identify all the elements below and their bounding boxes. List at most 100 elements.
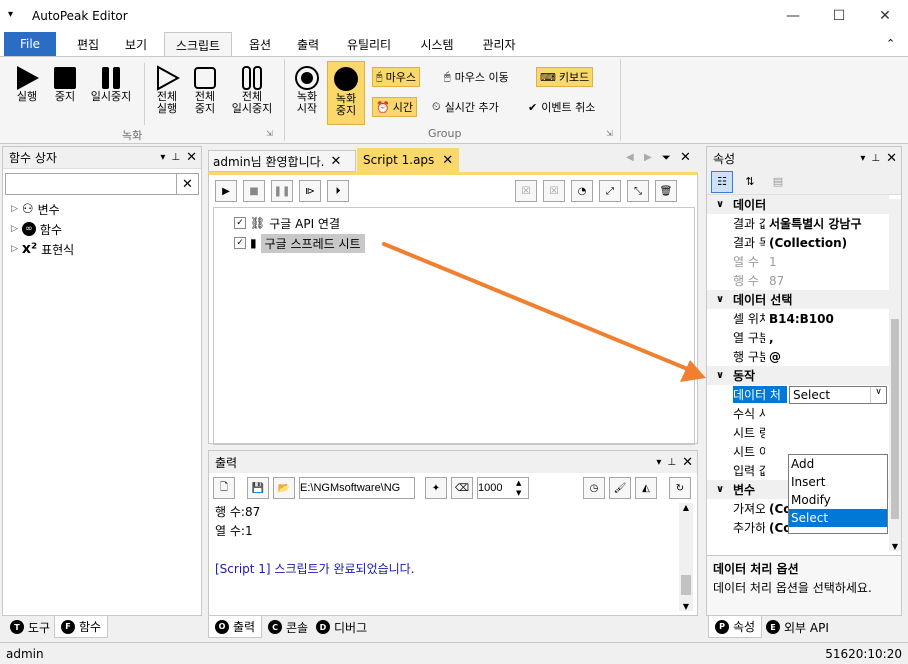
record-start-button[interactable]: 녹화 시작 — [290, 65, 324, 115]
tab-utility[interactable]: 유틸리티 — [340, 32, 398, 56]
property-pages-button[interactable]: ▤ — [767, 171, 789, 193]
tab-options[interactable]: 옵션 — [242, 32, 278, 56]
dropdown-icon[interactable]: ▾ — [656, 457, 661, 468]
step-script-button[interactable]: ⧐ — [299, 180, 321, 202]
option-event-cancel[interactable]: ✔ 이벤트 취소 — [528, 99, 595, 115]
close-icon[interactable]: ✕ — [442, 153, 453, 168]
properties-scrollbar[interactable]: ▼ — [889, 199, 901, 551]
property-row[interactable]: 행 구분자 @ — [707, 347, 889, 366]
stop-button[interactable]: 중지 — [50, 65, 80, 103]
run-button[interactable]: 실행 — [12, 65, 42, 103]
tab-console[interactable]: C 콘솔 — [262, 616, 314, 638]
tab-edit[interactable]: 편집 — [70, 32, 106, 56]
tab-system[interactable]: 시스템 — [414, 32, 460, 56]
property-row[interactable]: 수식 사용 — [707, 404, 889, 423]
tab-properties[interactable]: P 속성 — [708, 616, 763, 638]
refresh-button[interactable]: ↻ — [669, 477, 691, 499]
property-row[interactable]: 결과 목록 (Collection) — [707, 233, 889, 252]
alphabetical-button[interactable]: ⇅ — [739, 171, 761, 193]
tab-view[interactable]: 보기 — [118, 32, 154, 56]
timestamp-button[interactable]: ◷ — [583, 477, 605, 499]
collapse-button[interactable]: ⤡ — [627, 180, 649, 202]
tab-debug[interactable]: D 디버그 — [310, 616, 373, 638]
run-all-button[interactable]: 전체 실행 — [150, 65, 184, 115]
tab-external-api[interactable]: E 외부 API — [760, 616, 835, 638]
category-data[interactable]: ∨ 데이터 — [707, 195, 889, 214]
record-stop-button[interactable]: 녹화 중지 — [327, 61, 365, 125]
pause-script-button[interactable]: ❚❚ — [271, 180, 293, 202]
close-icon[interactable]: ✕ — [680, 150, 691, 165]
tree-item-variable[interactable]: ▷ ⚇ 변수 — [11, 199, 201, 219]
spin-icon[interactable]: ▲ ▼ — [516, 478, 521, 498]
property-row[interactable]: 열 구분자, — [707, 328, 889, 347]
checkbox[interactable]: ✓ — [234, 237, 246, 249]
group-launcher-icon[interactable]: ⇲ — [606, 129, 613, 138]
close-icon[interactable]: ✕ — [186, 150, 197, 165]
property-row[interactable]: 시트 링크 — [707, 423, 889, 442]
tab-output[interactable]: 출력 — [290, 32, 326, 56]
maximize-button[interactable]: ☐ — [816, 0, 862, 32]
checkbox[interactable]: ✓ — [234, 217, 246, 229]
option-time[interactable]: ⏰ 시간 — [372, 97, 417, 117]
close-icon[interactable]: ✕ — [330, 154, 341, 169]
clear-search-button[interactable]: ✕ — [177, 173, 199, 195]
tab-file[interactable]: File — [4, 32, 56, 56]
chevron-down-icon[interactable]: ∨ — [870, 386, 886, 403]
dropdown-option[interactable]: Insert — [789, 473, 887, 491]
tree-item-expression[interactable]: ▷ x² 표현식 — [11, 239, 201, 259]
doc-tab-welcome[interactable]: admin님 환영합니다. ✕ — [208, 150, 356, 172]
doc-tab-script[interactable]: Script 1.aps ✕ — [357, 148, 459, 172]
tab-admin[interactable]: 관리자 — [474, 32, 524, 56]
line-limit-stepper[interactable]: ▲▼ — [477, 477, 529, 499]
minimize-button[interactable]: — — [770, 0, 816, 32]
stop-script-button[interactable]: ■ — [243, 180, 265, 202]
property-row[interactable]: 셀 위치 B14:B100 — [707, 309, 889, 328]
dropdown-option-selected[interactable]: Select — [789, 509, 887, 527]
category-data-select[interactable]: ∨ 데이터 선택 — [707, 290, 889, 309]
erase-button[interactable]: ⌫ — [451, 477, 473, 499]
delete-button[interactable]: ☒ — [515, 180, 537, 202]
script-item[interactable]: ✓ ⛓ 구글 API 연결 — [234, 214, 340, 232]
function-search-input[interactable] — [5, 173, 177, 195]
pin-icon[interactable]: ⊥ — [171, 152, 180, 163]
dropdown-icon[interactable]: ▾ — [860, 153, 865, 164]
pin-icon[interactable]: ⊥ — [871, 153, 880, 164]
script-item[interactable]: ✓ ▮ 구글 스프레드 시트 — [234, 233, 365, 253]
dropdown-option[interactable]: Add — [789, 455, 887, 473]
delete-all-button[interactable]: ☒ — [543, 180, 565, 202]
tab-list-icon[interactable]: ⏷ — [662, 151, 671, 165]
option-mouse[interactable]: 🖰 마우스 — [372, 67, 420, 87]
categorized-button[interactable]: ☷ — [711, 170, 733, 193]
option-realtime-add[interactable]: ⏲ 실시간 추가 — [432, 99, 499, 115]
option-mouse-move[interactable]: 🖱 마우스 이동 — [444, 69, 509, 85]
clean-button[interactable]: ✦ — [425, 477, 447, 499]
brush-button[interactable]: 🖌 — [609, 477, 631, 499]
tree-item-function[interactable]: ▷ ∞ 함수 — [11, 219, 201, 239]
timer-button[interactable]: ◔ — [571, 180, 593, 202]
trash-button[interactable]: 🗑 — [655, 180, 677, 202]
dropdown-option[interactable]: Modify — [789, 491, 887, 509]
group-launcher-icon[interactable]: ⇲ — [266, 129, 273, 138]
fill-button[interactable]: ◭ — [635, 477, 657, 499]
new-log-button[interactable]: 🗋 — [213, 477, 235, 499]
tab-functions[interactable]: F 함수 — [54, 616, 109, 638]
data-process-select[interactable]: Select ∨ — [789, 385, 887, 404]
tab-scroll-right-icon[interactable]: ▶ — [644, 152, 652, 163]
property-row[interactable]: 열 수 1 — [707, 252, 889, 271]
run-from-button[interactable]: ⏵ — [327, 180, 349, 202]
tab-script[interactable]: 스크립트 — [164, 32, 232, 57]
line-limit-input[interactable] — [478, 478, 516, 498]
log-path-input[interactable] — [299, 477, 415, 499]
tab-output-log[interactable]: O 출력 — [208, 616, 263, 638]
stop-all-button[interactable]: 전체 중지 — [188, 65, 222, 115]
property-row[interactable]: 행 수 87 — [707, 271, 889, 290]
close-button[interactable]: ✕ — [862, 0, 908, 32]
pause-button[interactable]: 일시중지 — [86, 65, 136, 103]
tab-tools[interactable]: T 도구 — [4, 616, 56, 638]
category-action[interactable]: ∨ 동작 — [707, 366, 889, 385]
pin-icon[interactable]: ⊥ — [667, 457, 676, 468]
property-row[interactable]: 데이터 처 Select ∨ — [707, 385, 889, 404]
expand-button[interactable]: ⤢ — [599, 180, 621, 202]
property-row[interactable]: 결과 값 서울특별시 강남구 — [707, 214, 889, 233]
app-menu-icon[interactable]: ▾ — [8, 9, 13, 20]
